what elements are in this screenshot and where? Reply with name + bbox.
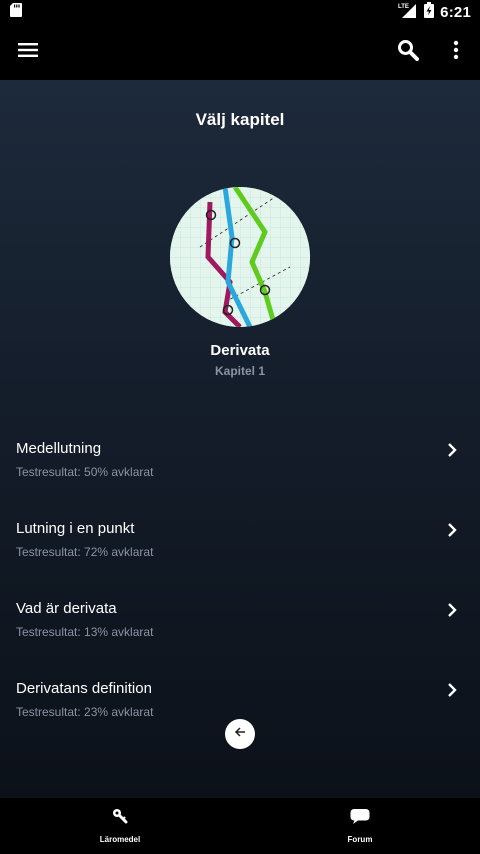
chevron-right-icon	[444, 602, 460, 618]
bottom-navigation: Läromedel Forum	[0, 798, 480, 854]
app-screen: LTE 6:21 Välj kapitel Derivata Kapitel 1…	[0, 0, 480, 854]
section-result: Testresultat: 72% avklarat	[16, 545, 154, 559]
nav-label: Forum	[347, 835, 373, 844]
sd-card-icon	[10, 2, 22, 22]
section-result: Testresultat: 13% avklarat	[16, 625, 154, 639]
section-title: Lutning i en punkt	[16, 520, 135, 537]
battery-icon	[424, 1, 435, 23]
section-title: Vad är derivata	[16, 600, 117, 617]
chapter-name: Derivata	[210, 342, 270, 359]
menu-button[interactable]	[4, 28, 52, 76]
top-app-bar	[0, 24, 480, 80]
back-button[interactable]	[225, 719, 255, 749]
nav-label: Läromedel	[99, 835, 141, 844]
status-time: 6:21	[440, 3, 471, 21]
section-list: Medellutning Testresultat: 50% avklarat …	[0, 410, 480, 730]
section-result: Testresultat: 23% avklarat	[16, 705, 154, 719]
search-icon	[397, 39, 419, 66]
section-item[interactable]: Derivatans definition Testresultat: 23% …	[0, 650, 480, 730]
chapter-illustration	[170, 187, 310, 327]
signal-icon: LTE	[398, 2, 418, 23]
chevron-right-icon	[444, 682, 460, 698]
status-bar: LTE 6:21	[0, 0, 480, 24]
nav-item-forum[interactable]: Forum	[240, 798, 480, 854]
more-vert-icon	[453, 40, 459, 65]
more-options-button[interactable]	[432, 28, 480, 76]
arrow-left-icon	[234, 725, 246, 743]
chapter-content: Välj kapitel Derivata Kapitel 1 Medellut…	[0, 80, 480, 798]
chevron-right-icon	[444, 442, 460, 458]
section-item[interactable]: Lutning i en punkt Testresultat: 72% avk…	[0, 490, 480, 570]
key-icon	[112, 808, 128, 829]
page-title: Välj kapitel	[195, 110, 285, 129]
chat-bubble-icon	[350, 808, 370, 829]
nav-item-laromedel[interactable]: Läromedel	[0, 798, 240, 854]
svg-text:LTE: LTE	[398, 4, 409, 10]
menu-icon	[18, 42, 38, 63]
chevron-right-icon	[444, 522, 460, 538]
section-item[interactable]: Vad är derivata Testresultat: 13% avklar…	[0, 570, 480, 650]
section-title: Medellutning	[16, 440, 102, 457]
chapter-number: Kapitel 1	[214, 364, 265, 378]
search-button[interactable]	[384, 28, 432, 76]
section-result: Testresultat: 50% avklarat	[16, 465, 154, 479]
section-item[interactable]: Medellutning Testresultat: 50% avklarat	[0, 410, 480, 490]
section-title: Derivatans definition	[16, 680, 152, 697]
